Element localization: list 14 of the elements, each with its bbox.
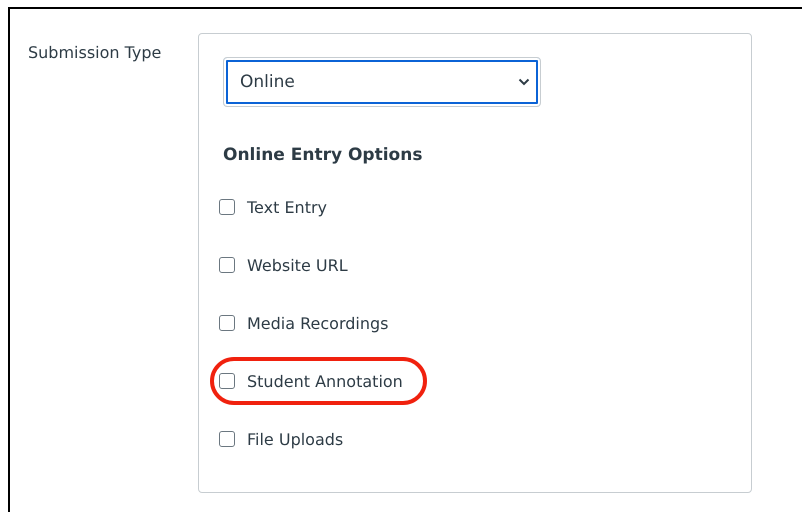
checkbox[interactable] — [219, 431, 235, 447]
option-label: Media Recordings — [247, 314, 388, 332]
section-heading: Online Entry Options — [223, 145, 422, 165]
field-label: Submission Type — [28, 43, 162, 64]
chevron-down-icon — [518, 78, 530, 86]
option-label: File Uploads — [247, 430, 344, 448]
checkbox[interactable] — [219, 199, 235, 215]
option-label: Text Entry — [247, 198, 328, 216]
checkbox[interactable] — [219, 373, 235, 389]
submission-type-select[interactable]: Online — [223, 57, 541, 107]
option-label: Student Annotation — [247, 372, 403, 390]
checkbox[interactable] — [219, 257, 235, 273]
checkbox[interactable] — [219, 315, 235, 331]
option-label: Website URL — [247, 256, 348, 274]
